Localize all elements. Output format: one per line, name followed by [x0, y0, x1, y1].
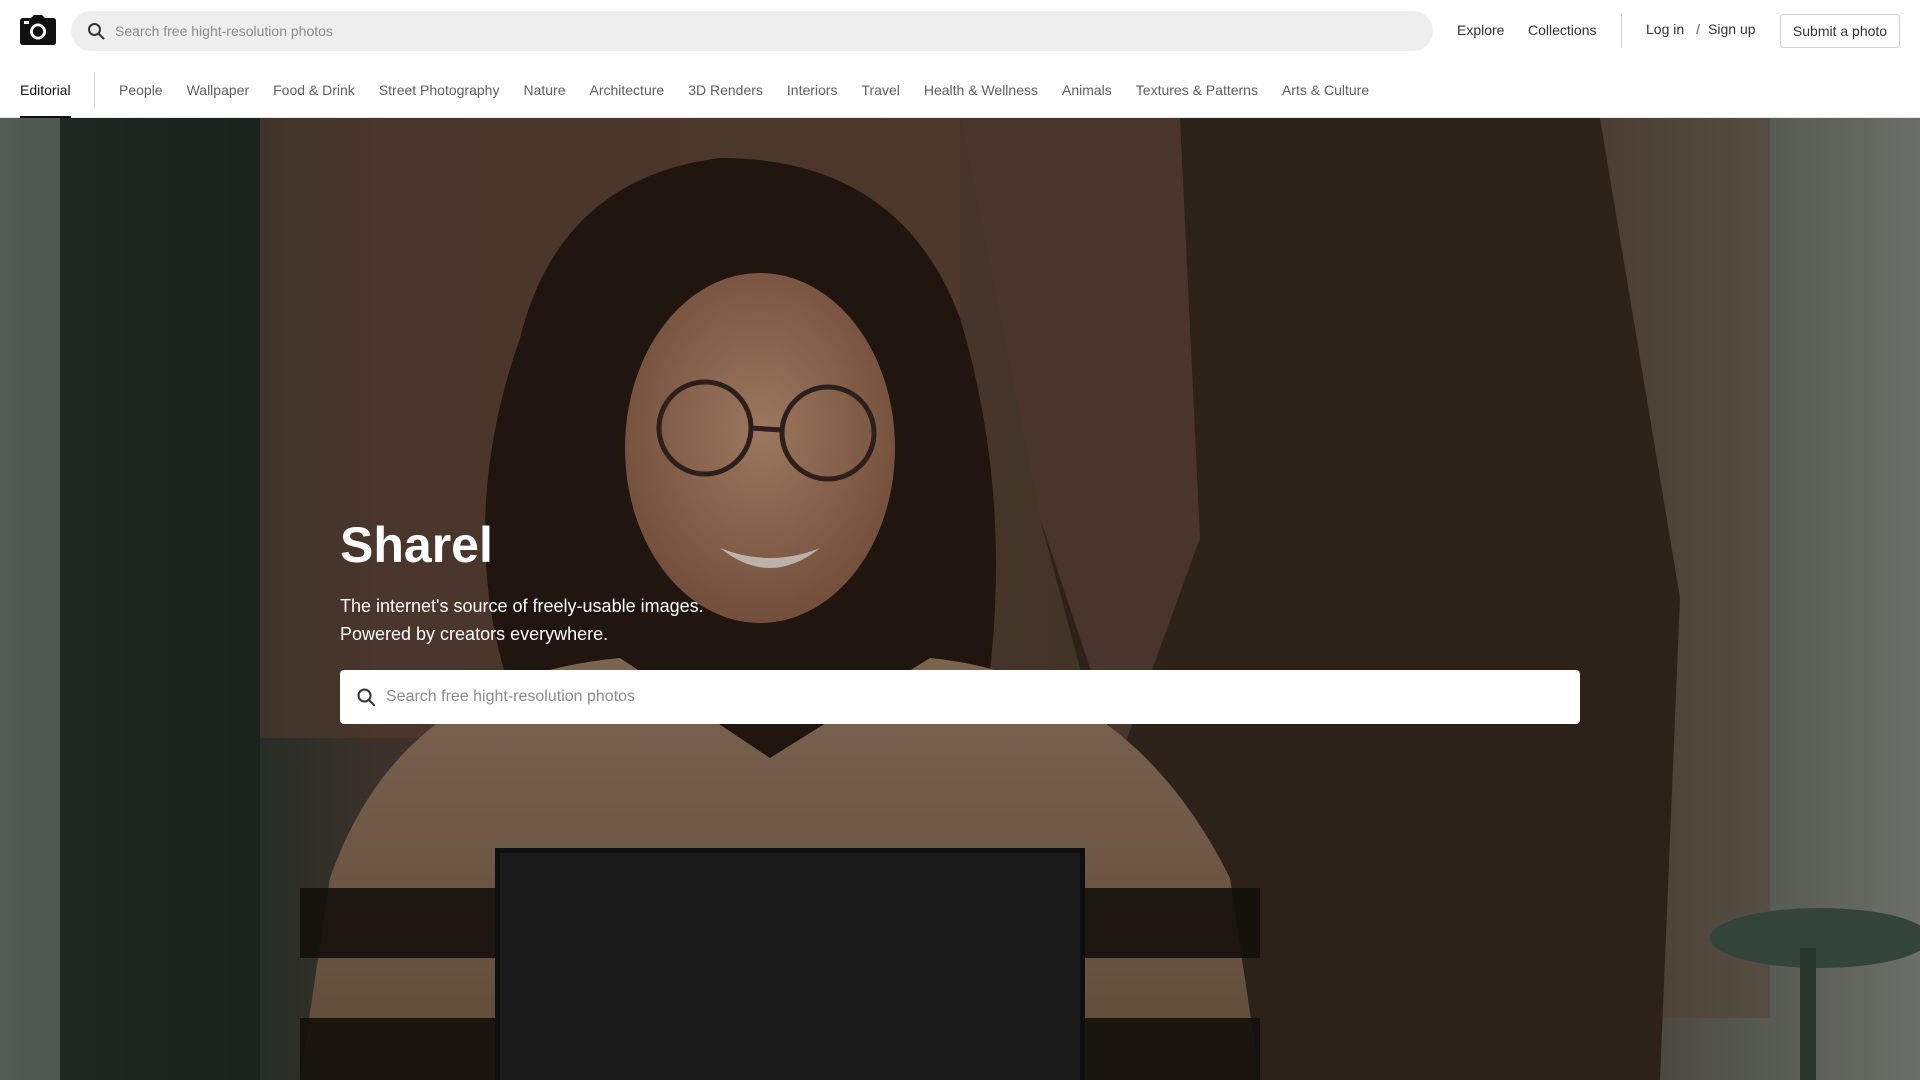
auth-separator: / [1696, 21, 1701, 37]
tab-wallpaper[interactable]: Wallpaper [187, 82, 250, 98]
tab-travel[interactable]: Travel [861, 82, 899, 98]
top-navigation-bar: Explore Collections Log in / Sign up Submi… [0, 0, 1920, 62]
signup-link[interactable]: Sign up [1708, 21, 1755, 37]
search-icon [88, 23, 105, 40]
hero-content: Sharel The internet's source of freely-u… [340, 517, 1580, 724]
tab-editorial[interactable]: Editorial [20, 62, 71, 118]
login-link[interactable]: Log in [1646, 21, 1684, 37]
category-list: People Wallpaper Food & Drink Street Pho… [119, 62, 1393, 118]
tab-architecture[interactable]: Architecture [589, 82, 664, 98]
tab-animals[interactable]: Animals [1062, 82, 1112, 98]
tab-street-photography[interactable]: Street Photography [379, 82, 500, 98]
explore-link[interactable]: Explore [1457, 22, 1504, 38]
header-divider [1621, 14, 1622, 48]
camera-icon[interactable] [20, 15, 56, 45]
tab-food-drink[interactable]: Food & Drink [273, 82, 355, 98]
tab-nature[interactable]: Nature [523, 82, 565, 98]
category-divider [94, 72, 95, 108]
tab-3d-renders[interactable]: 3D Renders [688, 82, 763, 98]
hero-search-bar[interactable] [340, 670, 1580, 724]
hero-search-input[interactable] [386, 670, 1580, 724]
collections-link[interactable]: Collections [1528, 22, 1596, 38]
header-search-input[interactable] [115, 11, 1433, 51]
hero-subtitle-line-1: The internet's source of freely-usable i… [340, 596, 704, 616]
tab-interiors[interactable]: Interiors [787, 82, 838, 98]
header-search-bar[interactable] [71, 11, 1433, 51]
category-bar: Editorial People Wallpaper Food & Drink … [0, 62, 1920, 118]
tab-textures-patterns[interactable]: Textures & Patterns [1136, 82, 1258, 98]
tab-health-wellness[interactable]: Health & Wellness [924, 82, 1038, 98]
tab-people[interactable]: People [119, 82, 163, 98]
auth-links: Log in / Sign up [1646, 21, 1756, 37]
hero-title: Sharel [340, 517, 493, 573]
tab-arts-culture[interactable]: Arts & Culture [1282, 82, 1369, 98]
search-icon [357, 688, 375, 706]
hero-subtitle-line-2: Powered by creators everywhere. [340, 624, 609, 644]
hero-subtitle: The internet's source of freely-usable i… [340, 592, 1580, 648]
hero-section: Sharel The internet's source of freely-u… [0, 118, 1920, 1080]
submit-photo-button[interactable]: Submit a photo [1780, 14, 1900, 48]
